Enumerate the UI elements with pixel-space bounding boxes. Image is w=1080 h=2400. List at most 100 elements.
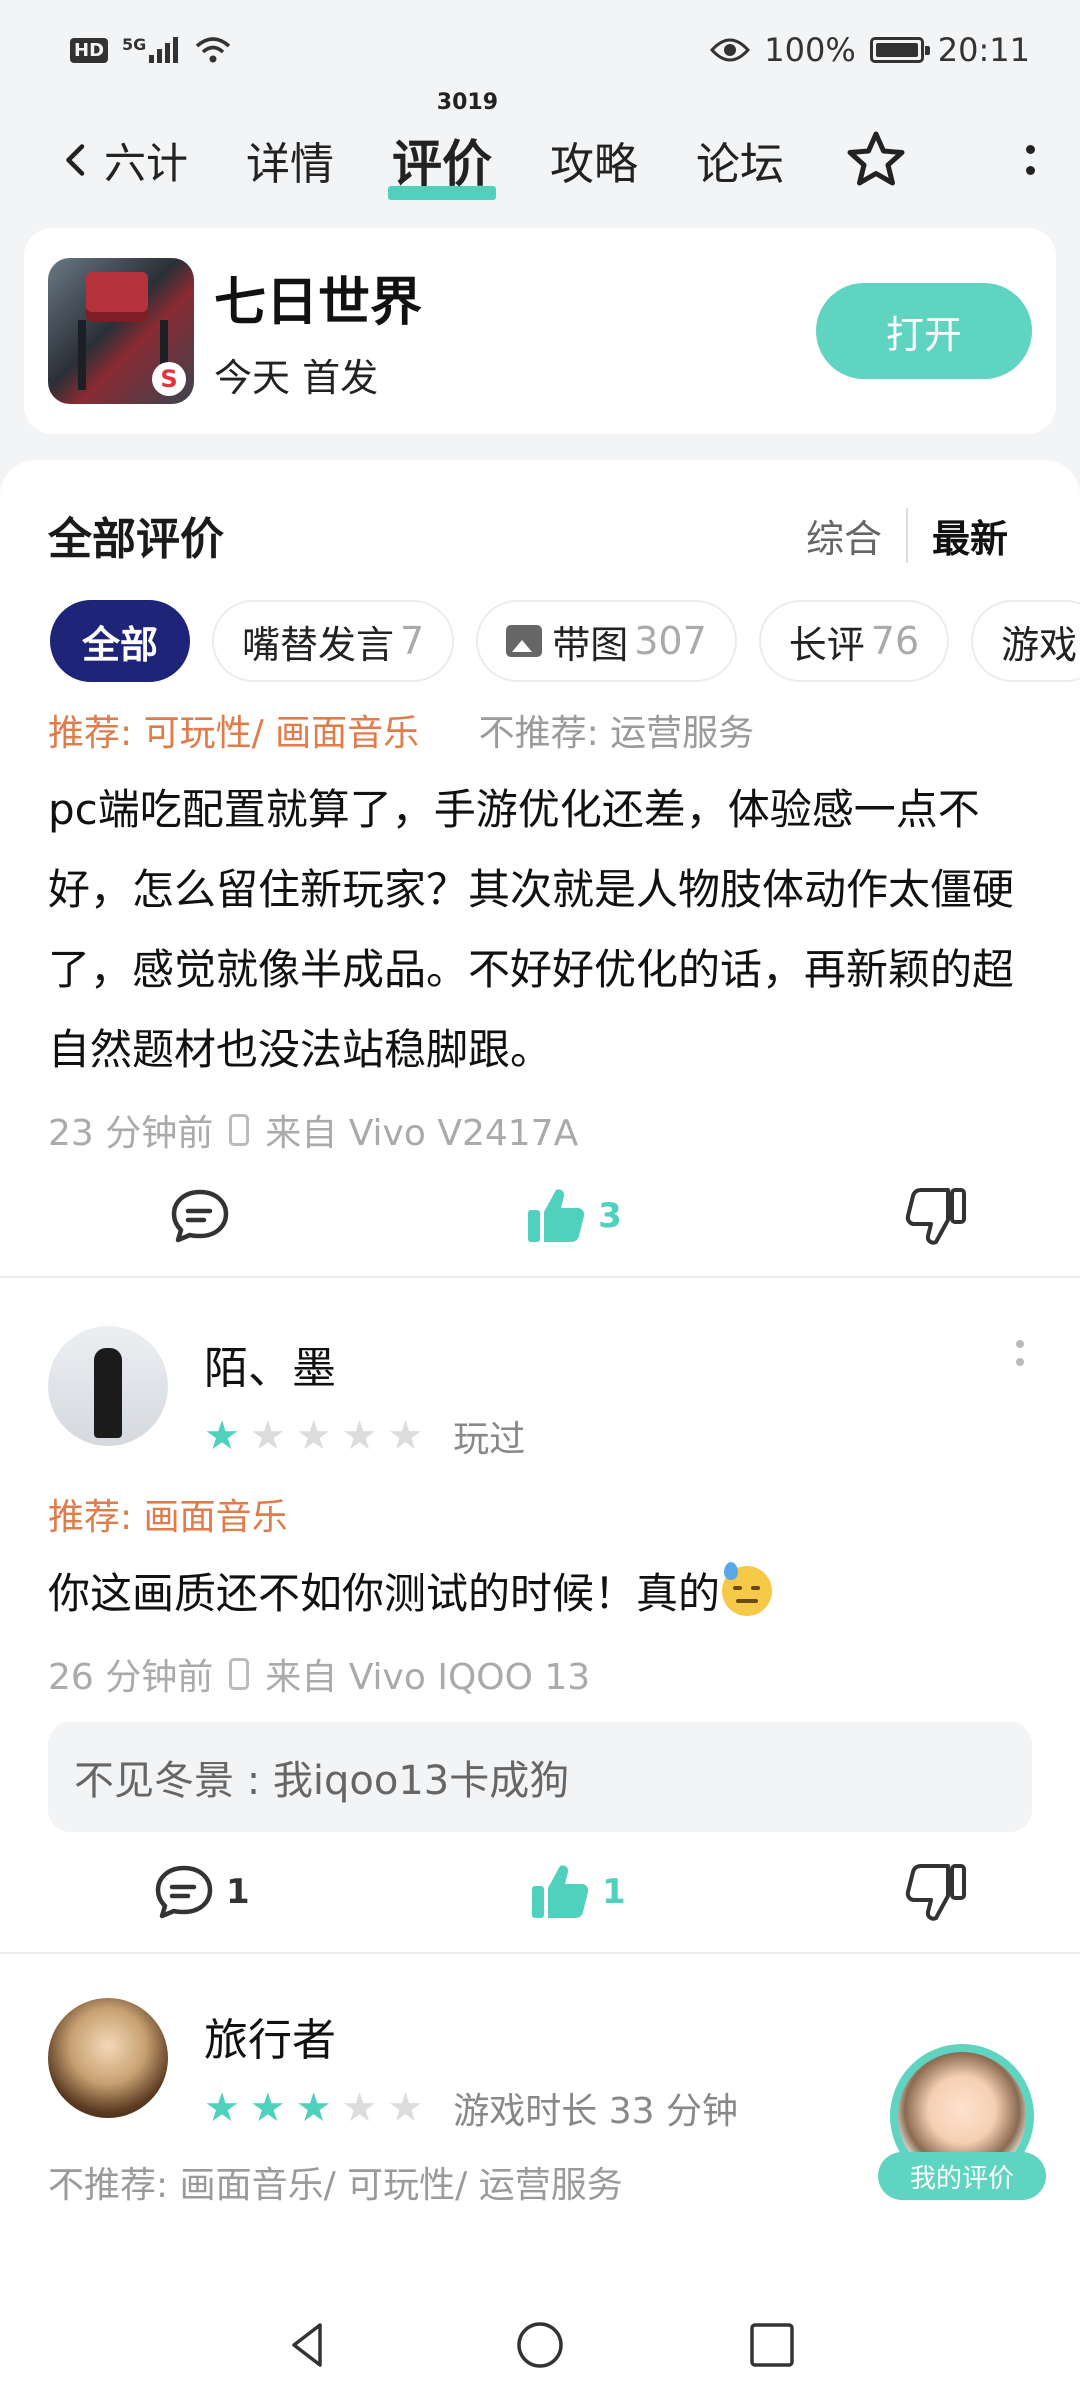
chip-label: 长评 xyxy=(788,622,865,667)
chip-long-reviews[interactable]: 长评 76 xyxy=(758,600,950,682)
thumbs-up-icon xyxy=(532,1865,589,1918)
star-rating: ★ ★ ★ ★ ★ xyxy=(204,1416,423,1456)
top-nav: 六计 详情 评价 3019 攻略 论坛 xyxy=(0,90,1080,220)
image-icon xyxy=(506,625,543,657)
review-actions: 1 1 xyxy=(0,1832,1080,1952)
battery-percent: 100% xyxy=(764,31,856,69)
review-tags: 推荐: 可玩性/ 画面音乐 不推荐: 运营服务 xyxy=(0,704,1080,756)
star-icon: ★ xyxy=(341,1413,378,1459)
review-item: 陌、墨 ★ ★ ★ ★ ★ 玩过 推荐: 画面音乐 你这画质还不如你测试的时候！… xyxy=(0,1278,1080,1952)
recommend-tags: 推荐: 画面音乐 xyxy=(48,1497,288,1538)
review-time: 23 分钟前 xyxy=(48,1113,214,1154)
thumbs-down-icon xyxy=(905,1864,966,1921)
publisher-logo-icon: S xyxy=(152,362,186,396)
not-recommend-tags: 不推荐: 运营服务 xyxy=(478,713,755,754)
app-card[interactable]: S 七日世界 今天 首发 打开 xyxy=(24,228,1056,434)
review-count-badge: 3019 xyxy=(436,90,499,115)
chip-all[interactable]: 全部 xyxy=(50,600,191,682)
chip-count: 307 xyxy=(634,619,707,663)
sort-comprehensive[interactable]: 综合 xyxy=(806,507,908,563)
play-status: 游戏时长 33 分钟 xyxy=(453,2091,738,2132)
signal-icon: 5G xyxy=(122,37,181,63)
clock: 20:11 xyxy=(937,31,1030,69)
review-item: 推荐: 可玩性/ 画面音乐 不推荐: 运营服务 pc端吃配置就算了，手游优化还差… xyxy=(0,704,1080,1276)
tab-reviews-label: 评价 xyxy=(392,135,493,193)
chip-count: 7 xyxy=(400,619,425,663)
chip-label: 带图 xyxy=(552,622,629,667)
wifi-icon xyxy=(196,37,231,63)
review-device: 来自 Vivo V2417A xyxy=(265,1113,579,1154)
chip-quotes[interactable]: 嘴替发言 7 xyxy=(212,600,455,682)
tab-reviews[interactable]: 评价 3019 xyxy=(388,90,498,200)
dislike-button[interactable] xyxy=(904,1860,968,1924)
nav-back-icon[interactable] xyxy=(282,2319,334,2371)
review-time: 26 分钟前 xyxy=(48,1657,214,1698)
more-menu-icon[interactable] xyxy=(1020,135,1040,185)
app-name: 七日世界 xyxy=(214,273,423,333)
section-title: 全部评价 xyxy=(48,514,224,565)
review-text[interactable]: 你这画质还不如你测试的时候！真的 xyxy=(0,1554,1080,1634)
network-type-label: 5G xyxy=(122,35,147,54)
like-button[interactable]: 3 xyxy=(524,1184,622,1248)
tab-forum[interactable]: 论坛 xyxy=(696,128,784,192)
reply-preview[interactable]: 不见冬景 : 我iqoo13卡成狗 xyxy=(48,1722,1032,1832)
tab-details[interactable]: 详情 xyxy=(246,128,334,192)
review-text-content: 你这画质还不如你测试的时候！真的 xyxy=(48,1569,721,1618)
sort-latest[interactable]: 最新 xyxy=(908,508,1008,563)
system-nav-bar xyxy=(0,2290,1080,2400)
phone-icon xyxy=(229,1658,250,1690)
chip-label: 全部 xyxy=(82,622,159,667)
comment-button[interactable] xyxy=(168,1184,242,1248)
sort-switch: 综合 最新 xyxy=(806,507,1008,563)
star-icon: ★ xyxy=(341,2085,378,2131)
favorite-star-icon[interactable] xyxy=(844,128,908,192)
not-recommend-tags: 不推荐: 画面音乐/ 可玩性/ 运营服务 xyxy=(48,2165,623,2206)
username[interactable]: 陌、墨 xyxy=(204,1332,525,1396)
thumbs-up-icon xyxy=(528,1189,585,1242)
review-tags: 推荐: 画面音乐 xyxy=(0,1488,1080,1540)
avatar[interactable] xyxy=(48,1998,168,2118)
star-icon: ★ xyxy=(249,1413,286,1459)
review-text[interactable]: pc端吃配置就算了，手游优化还差，体验感一点不好，怎么留住新玩家？其次就是人物肢… xyxy=(0,770,1080,1090)
tab-guides[interactable]: 攻略 xyxy=(550,128,638,192)
my-review-label: 我的评价 xyxy=(878,2152,1046,2200)
star-icon: ★ xyxy=(387,1413,424,1459)
star-icon: ★ xyxy=(204,2085,240,2131)
username[interactable]: 旅行者 xyxy=(204,2004,738,2068)
open-app-button[interactable]: 打开 xyxy=(816,283,1032,379)
nav-recents-icon[interactable] xyxy=(746,2319,798,2371)
review-device: 来自 Vivo IQOO 13 xyxy=(265,1657,591,1698)
star-rating: ★ ★ ★ ★ ★ xyxy=(204,2088,423,2128)
back-label: 六计 xyxy=(104,138,189,188)
review-more-icon[interactable] xyxy=(1016,1340,1024,1366)
app-release-status: 今天 首发 xyxy=(214,356,379,400)
hd-badge: HD xyxy=(70,37,109,63)
chevron-left-icon xyxy=(66,144,85,176)
like-count: 3 xyxy=(598,1196,622,1236)
chip-label: 嘴替发言 xyxy=(242,622,395,667)
like-button[interactable]: 1 xyxy=(528,1860,626,1924)
app-icon: S xyxy=(48,258,194,404)
comment-button[interactable]: 1 xyxy=(152,1860,250,1924)
star-icon: ★ xyxy=(387,2085,424,2131)
comment-count: 1 xyxy=(226,1872,250,1912)
battery-icon xyxy=(869,37,930,63)
eye-icon xyxy=(710,38,751,62)
back-button[interactable]: 六计 xyxy=(58,130,188,191)
avatar[interactable] xyxy=(48,1326,168,1446)
chip-with-images[interactable]: 带图 307 xyxy=(476,600,737,682)
thumbs-down-icon xyxy=(905,1188,966,1245)
nav-home-icon[interactable] xyxy=(514,2319,566,2371)
chip-game[interactable]: 游戏 xyxy=(971,600,1080,682)
comment-icon xyxy=(171,1189,229,1243)
review-meta: 26 分钟前 来自 Vivo IQOO 13 xyxy=(0,1648,1080,1700)
star-icon: ★ xyxy=(295,1413,332,1459)
dislike-button[interactable] xyxy=(904,1184,968,1248)
star-icon: ★ xyxy=(204,1413,240,1459)
star-icon: ★ xyxy=(295,2085,332,2131)
comment-icon xyxy=(155,1865,213,1919)
phone-icon xyxy=(229,1114,250,1146)
play-status: 玩过 xyxy=(453,1419,526,1460)
my-review-button[interactable]: 我的评价 xyxy=(878,2044,1046,2200)
like-count: 1 xyxy=(602,1872,626,1912)
